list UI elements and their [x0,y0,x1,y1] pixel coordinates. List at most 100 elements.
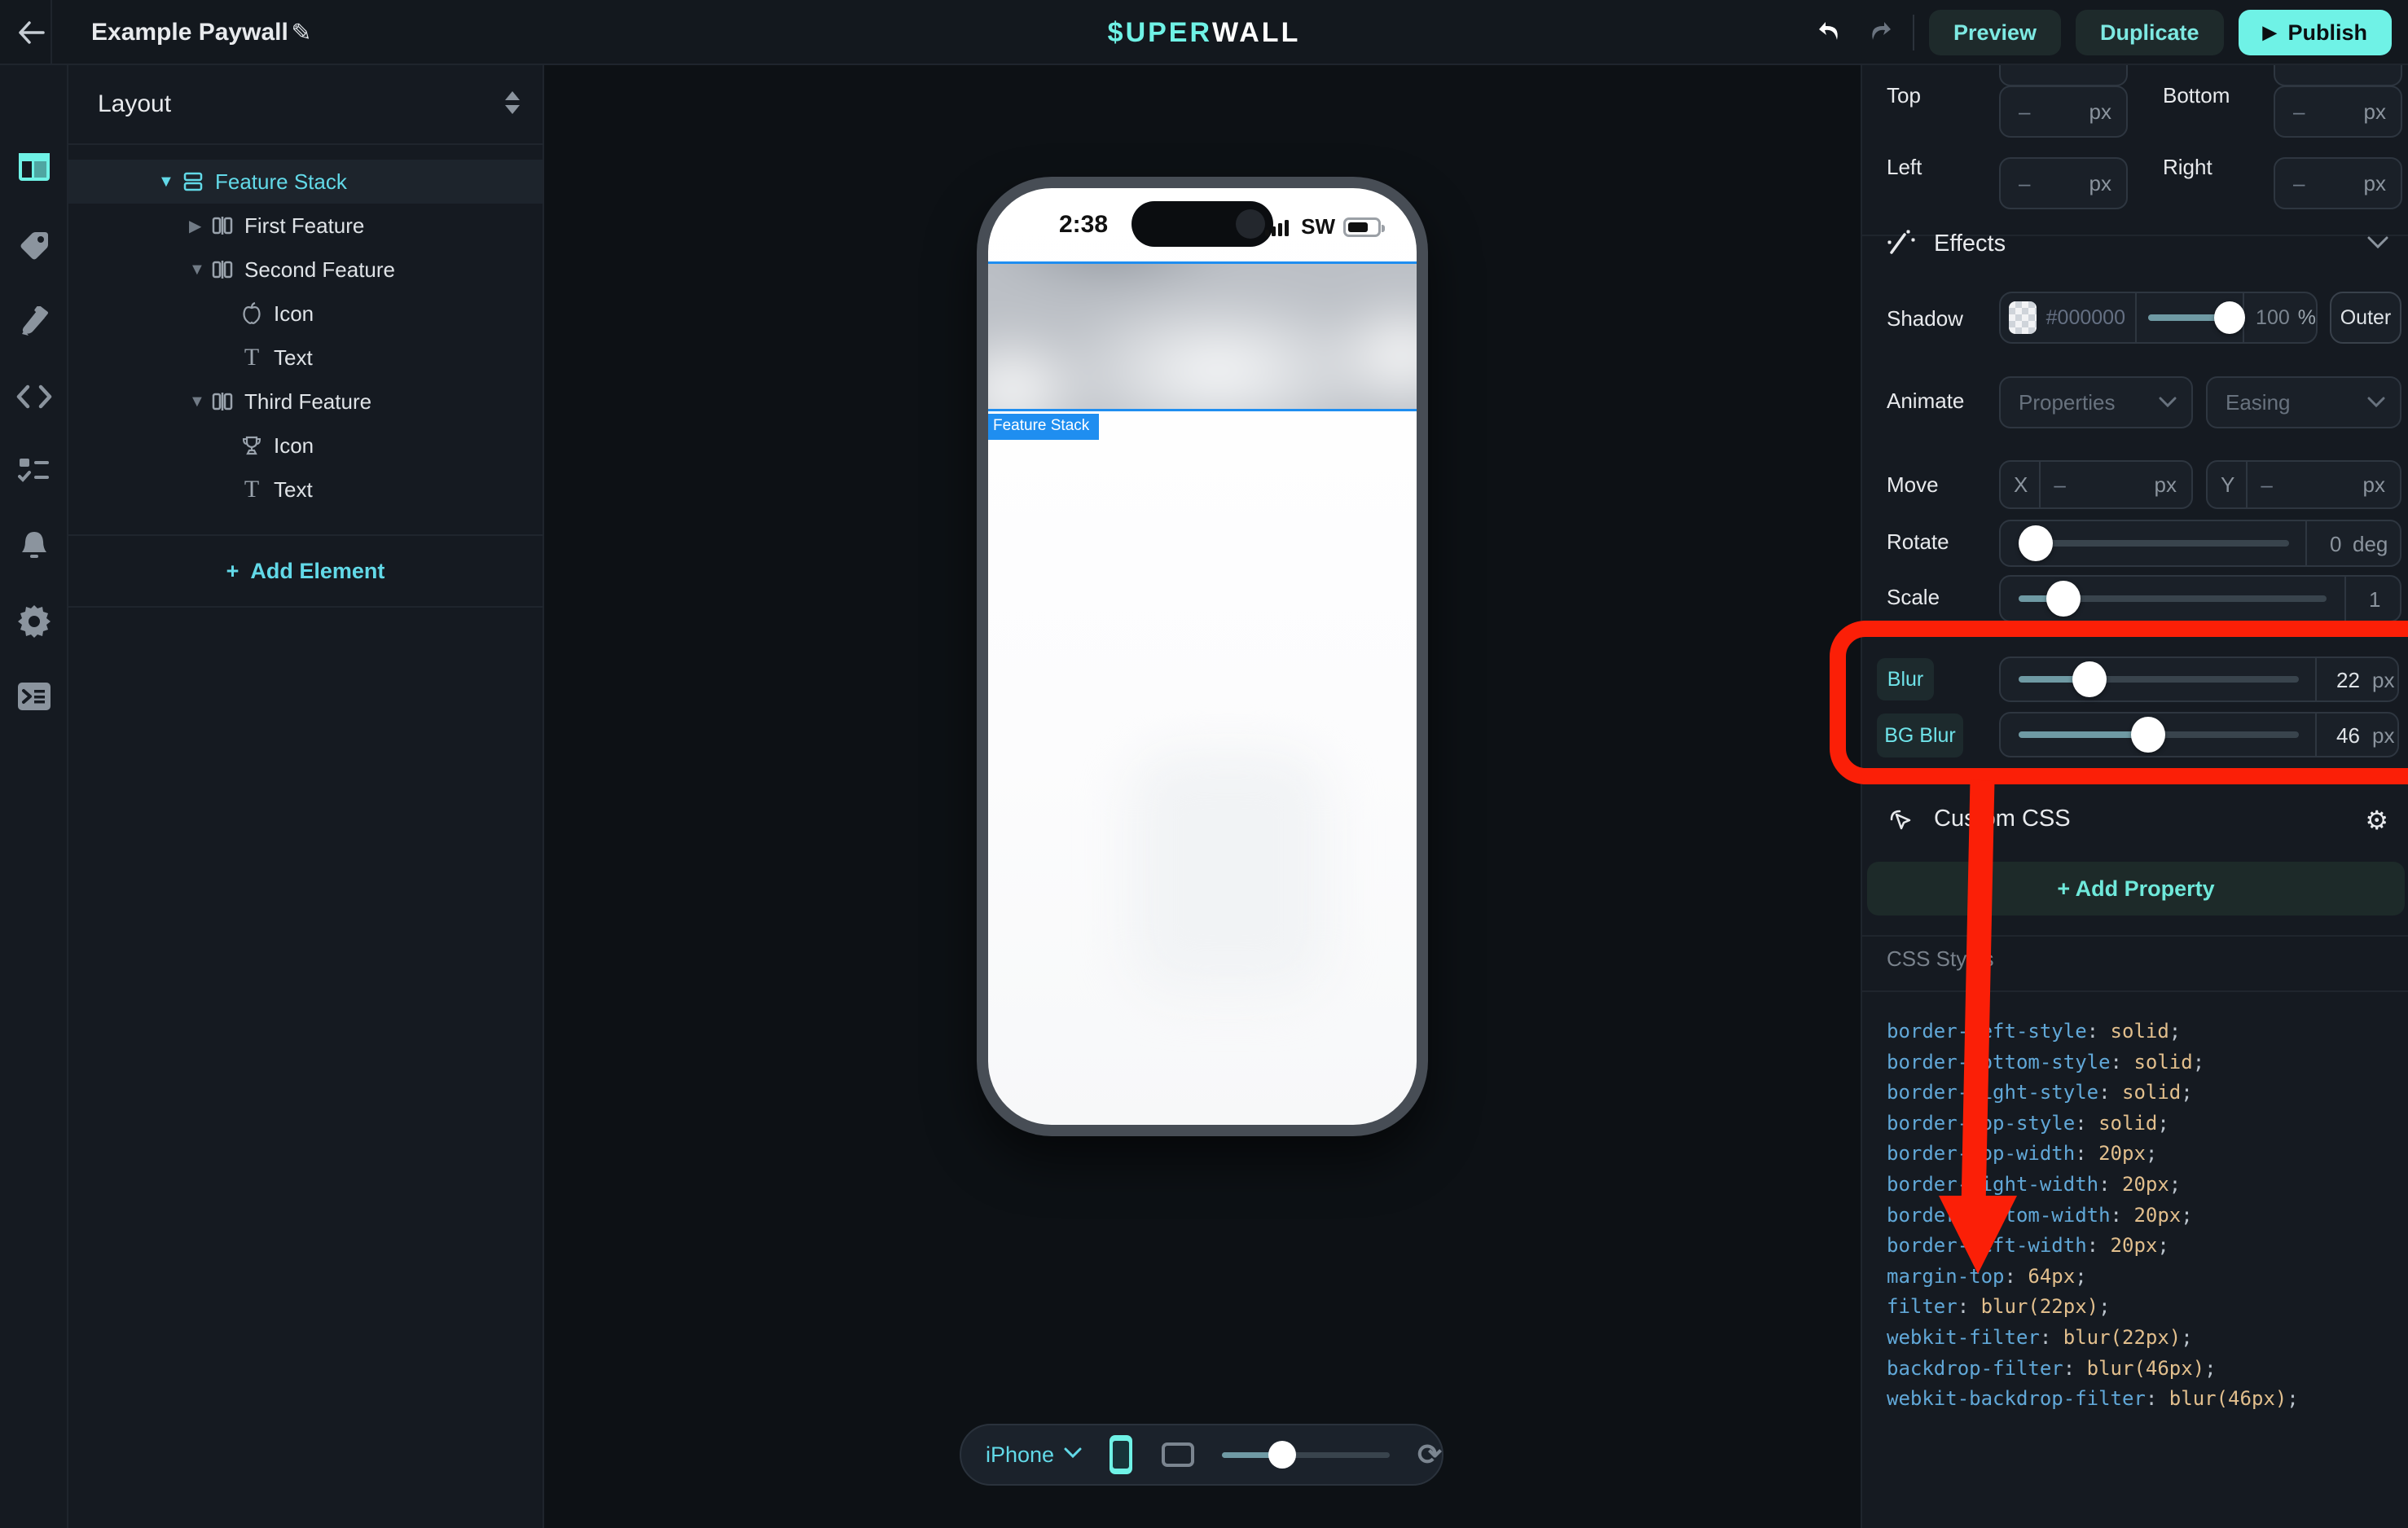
shadow-mode-button[interactable]: Outer [2330,292,2401,344]
tree-item-third-feature[interactable]: ▼ Third Feature [68,380,543,424]
margin-right-input[interactable]: – px [2274,157,2402,209]
text-icon: T [238,344,266,371]
code-icon[interactable] [0,372,68,421]
margin-top-input[interactable]: – px [1999,86,2128,138]
portrait-mode-button[interactable] [1110,1435,1132,1474]
partial-input[interactable] [2274,65,2402,86]
tag-icon[interactable] [0,222,68,270]
shadow-opacity-value[interactable]: 100 [2256,306,2290,330]
preview-button[interactable]: Preview [1929,10,2061,55]
tree-item-text[interactable]: T Text [68,336,543,380]
topbar-actions: Preview Duplicate ▶ Publish [1812,0,2392,65]
css-style-line[interactable]: filter: blur(22px); [1887,1292,2299,1323]
scale-slider-thumb[interactable] [2046,581,2081,617]
shadow-opacity-slider[interactable] [2142,293,2234,342]
gear-icon[interactable] [0,597,68,646]
refresh-icon[interactable]: ⟳ [1417,1438,1442,1472]
stack-icon [179,168,207,195]
reorder-icon[interactable] [505,91,520,114]
shadow-opacity-thumb[interactable] [2214,301,2245,334]
input-placeholder: – [2019,99,2030,125]
device-select[interactable]: iPhone [986,1442,1054,1468]
undo-icon[interactable] [1812,15,1848,50]
unit-label: px [2155,472,2177,498]
margin-left-input[interactable]: – px [1999,157,2128,209]
tree-item-label: Feature Stack [215,169,347,195]
blurred-bg-shape [1130,750,1327,994]
battery-icon [1343,217,1381,237]
dropdown-value: Easing [2226,390,2291,415]
margin-bottom-input[interactable]: – px [2274,86,2402,138]
magic-wand-icon [1885,228,1916,259]
tree-item-feature-stack[interactable]: ▼ Feature Stack [68,160,543,204]
rotate-slider[interactable]: 0 deg [1999,520,2401,567]
css-style-line[interactable]: border-top-width: 20px; [1887,1139,2299,1170]
layout-panel-icon[interactable] [0,143,68,191]
input-placeholder: – [2293,171,2305,196]
caret-down-icon[interactable]: ▼ [189,261,205,279]
caret-down-icon[interactable]: ▼ [158,173,174,191]
selection-tag: Feature Stack [988,414,1099,440]
caret-down-icon[interactable]: ▼ [189,393,205,411]
carrier-label: SW [1301,214,1335,239]
caret-right-icon[interactable]: ▶ [189,216,201,236]
unit-label: px [2089,171,2111,196]
iphone-screen[interactable]: 2:38 SW Feature Stack [988,188,1417,1125]
apple-icon [238,300,266,327]
publish-button[interactable]: ▶ Publish [2239,10,2392,55]
cursor-click-icon [1885,803,1916,834]
layout-panel-title: Layout [98,90,171,118]
css-style-line[interactable]: border-top-style: solid; [1887,1109,2299,1139]
layer-tree: ▼ Feature Stack ▶ First Feature ▼ Second… [68,160,543,512]
effects-title: Effects [1934,231,2006,257]
console-icon[interactable] [0,672,68,721]
panel-divider [68,606,543,608]
animate-properties-dropdown[interactable]: Properties [1999,376,2193,428]
scale-value[interactable]: 1 [2369,587,2380,613]
rotate-value[interactable]: 0 [2330,532,2341,557]
css-style-line[interactable]: border-left-style: solid; [1887,1016,2299,1047]
css-style-line[interactable]: webkit-filter: blur(22px); [1887,1323,2299,1354]
signal-bars-icon [1265,217,1293,237]
tree-item-icon[interactable]: Icon [68,292,543,336]
partial-input[interactable] [1999,65,2128,86]
status-bar-time: 2:38 [1039,211,1128,239]
scale-slider[interactable]: 1 [1999,575,2401,622]
logo-cyan-part: $UPER [1108,17,1212,49]
tasks-icon[interactable] [0,446,68,495]
move-x-input[interactable]: X – px [1999,460,2193,509]
css-style-line[interactable]: border-bottom-style: solid; [1887,1047,2299,1078]
tree-item-first-feature[interactable]: ▶ First Feature [68,204,543,248]
css-style-line[interactable]: backdrop-filter: blur(46px); [1887,1354,2299,1385]
add-element-button[interactable]: + Add Element [68,536,543,606]
css-style-line[interactable]: webkit-backdrop-filter: blur(46px); [1887,1384,2299,1415]
annotation-red-rectangle [1830,621,2408,784]
tree-item-icon[interactable]: Icon [68,424,543,468]
css-settings-gear-icon[interactable]: ⚙ [2365,805,2388,836]
zoom-slider-thumb[interactable] [1268,1441,1296,1469]
tree-item-label: First Feature [244,213,364,239]
redo-icon[interactable] [1862,15,1898,50]
chevron-down-icon[interactable] [1064,1447,1082,1463]
shadow-color-swatch[interactable] [2009,301,2037,334]
shadow-hex-value[interactable]: #000000 [2046,306,2125,330]
landscape-mode-button[interactable] [1162,1442,1194,1467]
animate-easing-dropdown[interactable]: Easing [2206,376,2401,428]
tree-item-text[interactable]: T Text [68,468,543,512]
duplicate-button[interactable]: Duplicate [2076,10,2224,55]
css-style-line[interactable]: border-right-style: solid; [1887,1078,2299,1109]
add-property-button[interactable]: + Add Property [1867,862,2405,915]
effects-header[interactable]: Effects [1885,228,2006,259]
inspector-panel: Top – px Bottom – px Left – px Right – p… [1861,65,2408,1528]
blurred-content [988,261,1417,411]
zoom-slider[interactable] [1222,1438,1390,1471]
rotate-slider-thumb[interactable] [2019,525,2053,561]
tree-item-second-feature[interactable]: ▼ Second Feature [68,248,543,292]
paintbrush-icon[interactable] [0,297,68,346]
move-y-input[interactable]: Y – px [2206,460,2401,509]
tree-item-label: Text [274,345,313,371]
collapse-chevron-icon[interactable] [2367,236,2388,253]
tree-item-label: Second Feature [244,257,395,283]
feature-stack-selection[interactable] [988,261,1417,411]
bell-icon[interactable] [0,521,68,570]
